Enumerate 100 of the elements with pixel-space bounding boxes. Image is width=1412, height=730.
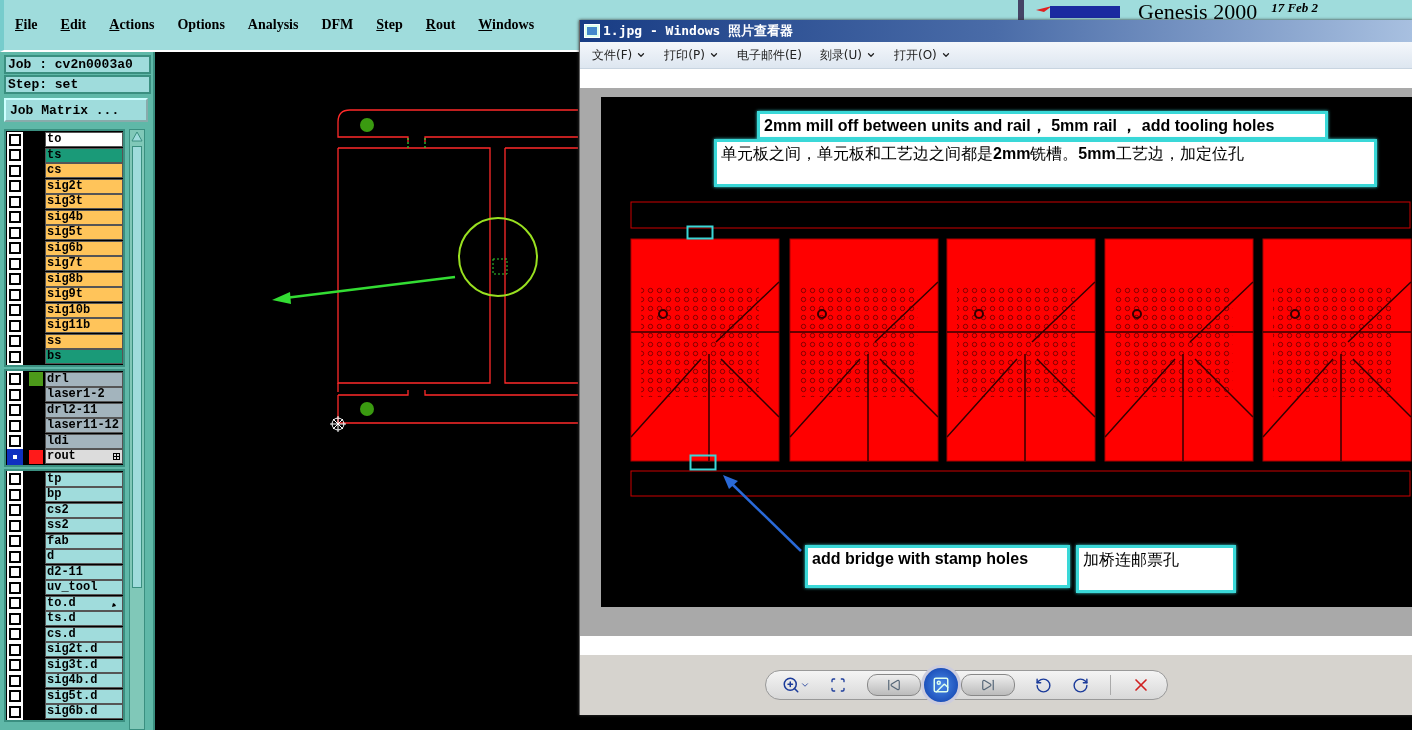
fit-button[interactable] <box>830 677 847 693</box>
layer-checkbox[interactable] <box>9 535 21 547</box>
menu-item[interactable]: 刻录(U) <box>819 46 876 64</box>
layer-name[interactable]: bp <box>45 487 123 502</box>
layer-name[interactable]: tp <box>45 471 123 487</box>
layer-name[interactable]: ss <box>45 333 123 349</box>
layer-checkbox[interactable] <box>9 319 21 332</box>
menu-item[interactable]: 打开(O) <box>894 46 951 64</box>
layer-name[interactable]: sig10b <box>45 302 123 318</box>
menu-item[interactable]: Analysis <box>247 17 299 33</box>
layer-checkbox[interactable] <box>9 628 21 640</box>
layer-name[interactable]: cs2 <box>45 502 123 518</box>
job-matrix-button[interactable]: Job Matrix ... <box>4 98 148 122</box>
layer-checkbox[interactable] <box>9 257 21 270</box>
layer-name[interactable]: laser11-12 <box>45 418 123 433</box>
next-button[interactable] <box>960 674 1015 696</box>
layer-checkbox[interactable] <box>9 373 21 385</box>
menu-item[interactable]: Step <box>376 17 403 33</box>
layer-checkbox[interactable] <box>9 195 21 208</box>
layer-checkbox[interactable] <box>9 350 21 363</box>
layer-name[interactable]: drl <box>45 371 123 387</box>
layer-checkbox[interactable] <box>9 435 21 447</box>
menu-item[interactable]: Windows <box>478 17 535 33</box>
layer-name[interactable]: d2-11 <box>45 564 123 580</box>
layer-checkbox[interactable] <box>9 335 21 347</box>
zoom-button[interactable] <box>782 676 810 694</box>
layer-name[interactable]: uv_tool <box>45 580 123 595</box>
layer-checkbox[interactable] <box>9 612 21 625</box>
layer-name[interactable]: sig5t <box>45 225 123 240</box>
layer-name[interactable]: ts <box>45 147 123 163</box>
layer-name[interactable]: sig6b.d <box>45 704 123 719</box>
menu-item[interactable]: Options <box>177 17 225 33</box>
layer-name[interactable]: sig7t <box>45 256 123 271</box>
layer-name[interactable]: sig3t.d <box>45 657 123 673</box>
layer-checkbox[interactable] <box>9 211 21 223</box>
layer-name[interactable]: sig4b <box>45 209 123 225</box>
layer-checkbox[interactable] <box>9 288 21 301</box>
layer-name[interactable]: sig2t.d <box>45 642 123 657</box>
layer-name[interactable]: laser1-2 <box>45 387 123 402</box>
layer-name[interactable]: cs.d <box>45 626 123 642</box>
annotation-note: 2mm mill off between units and rail， 5mm rail ， add tooling holes <box>757 111 1328 140</box>
layer-checkbox[interactable] <box>9 519 21 532</box>
layer-checkbox[interactable] <box>9 566 21 578</box>
layer-checkbox[interactable] <box>9 450 21 463</box>
layer-name[interactable]: ss2 <box>45 518 123 533</box>
menu-item[interactable]: DFM <box>321 17 354 33</box>
rotate-left-button[interactable] <box>1035 676 1052 694</box>
layer-name[interactable]: fab <box>45 533 123 549</box>
layer-checkbox[interactable] <box>9 133 21 146</box>
layer-name[interactable]: sig2t <box>45 178 123 194</box>
layer-name[interactable]: sig4b.d <box>45 673 123 688</box>
layer-checkbox[interactable] <box>9 705 21 718</box>
layer-checkbox[interactable] <box>9 419 21 432</box>
layer-name[interactable]: sig11b <box>45 318 123 333</box>
slideshow-button[interactable] <box>920 665 961 705</box>
layer-name[interactable]: to <box>45 132 123 147</box>
layer-name[interactable]: d <box>45 549 123 564</box>
layer-checkbox[interactable] <box>9 180 21 192</box>
layer-checkbox[interactable] <box>9 488 21 501</box>
layer-checkbox[interactable] <box>9 674 21 687</box>
layer-checkbox[interactable] <box>9 550 21 563</box>
layer-checkbox[interactable] <box>9 164 21 177</box>
layer-name[interactable]: ts.d <box>45 611 123 626</box>
layer-checkbox[interactable] <box>9 659 21 671</box>
layer-name[interactable]: bs <box>45 349 123 364</box>
layer-checkbox[interactable] <box>9 643 21 656</box>
layer-name[interactable]: sig9t <box>45 287 123 302</box>
layer-name[interactable]: sig3t <box>45 194 123 209</box>
layer-checkbox[interactable] <box>9 242 21 254</box>
layer-checkbox[interactable] <box>9 504 21 516</box>
menu-item[interactable]: Actions <box>109 17 155 33</box>
layer-checkbox[interactable] <box>9 226 21 239</box>
menu-item[interactable]: 打印(P) <box>664 46 719 64</box>
layer-checkbox[interactable] <box>9 404 21 416</box>
scrollbar[interactable] <box>129 129 145 730</box>
step-field: Step: set <box>4 75 151 94</box>
rotate-right-button[interactable] <box>1072 676 1090 694</box>
layer-name[interactable]: ldi <box>45 433 123 449</box>
menu-item[interactable]: File <box>15 17 38 33</box>
job-field: Job : cv2n0003a0 <box>4 55 151 74</box>
layer-checkbox[interactable] <box>9 597 21 609</box>
layer-name[interactable]: drl2-11 <box>45 402 123 418</box>
menu-item[interactable]: Edit <box>60 17 87 33</box>
menu-item[interactable]: 文件(F) <box>592 46 647 64</box>
layer-checkbox[interactable] <box>9 690 21 702</box>
menu-item[interactable]: 电子邮件(E) <box>736 46 802 64</box>
layer-name[interactable]: sig5t.d <box>45 688 123 704</box>
layer-checkbox[interactable] <box>9 273 21 285</box>
layer-checkbox[interactable] <box>9 581 21 594</box>
menu-item[interactable]: Rout <box>425 17 456 33</box>
layer-checkbox[interactable] <box>9 304 21 316</box>
layer-name[interactable]: sig8b <box>45 271 123 287</box>
layer-name[interactable]: sig6b <box>45 240 123 256</box>
layer-checkbox[interactable] <box>9 388 21 401</box>
layer-name[interactable]: rout <box>45 449 123 464</box>
previous-button[interactable] <box>866 674 921 696</box>
layer-name[interactable]: to.d <box>45 595 123 611</box>
layer-checkbox[interactable] <box>9 149 21 161</box>
layer-checkbox[interactable] <box>9 473 21 485</box>
layer-name[interactable]: cs <box>45 163 123 178</box>
